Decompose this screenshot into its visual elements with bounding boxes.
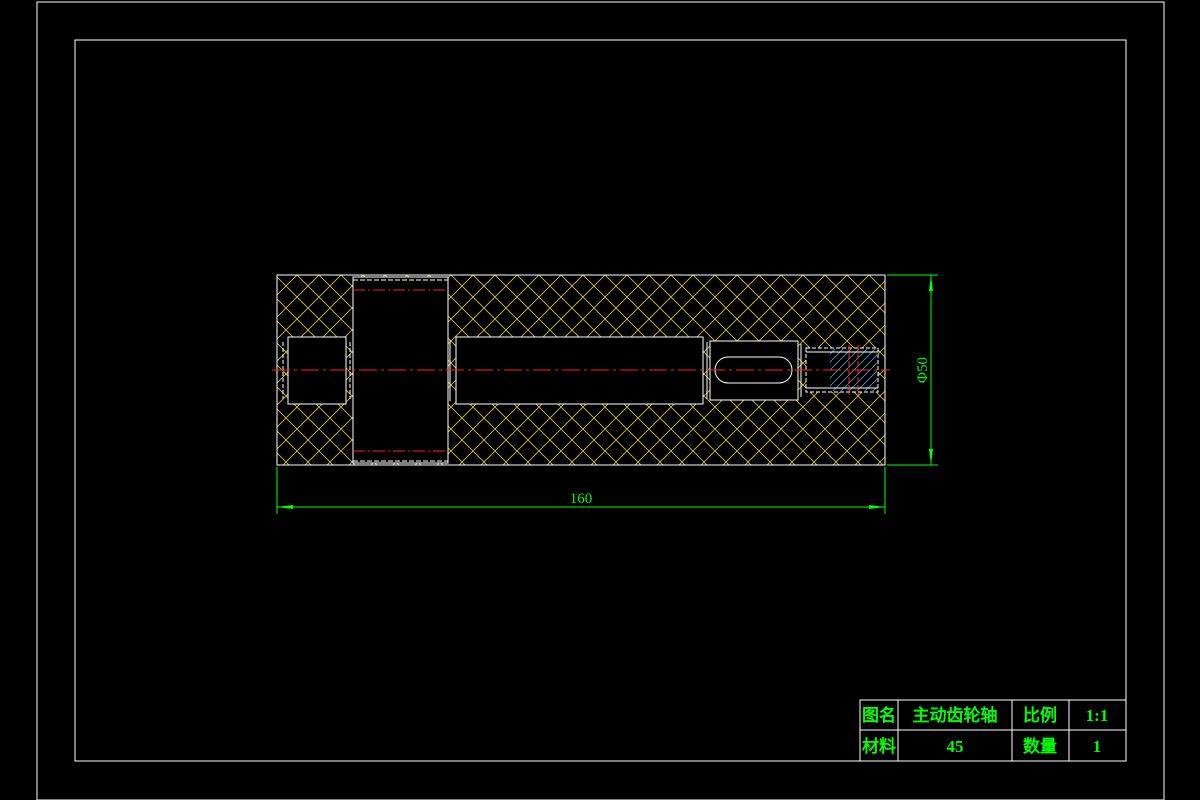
dimension-length: 160 <box>276 467 886 514</box>
dia-arrow-bottom <box>929 449 933 465</box>
dimension-diameter: Φ50 <box>887 274 938 466</box>
length-arrow-right <box>869 505 885 509</box>
material-value: 45 <box>947 737 964 756</box>
name-label: 图名 <box>862 705 896 725</box>
title-block: 图名 主动齿轮轴 比例 1:1 材料 45 数量 1 <box>859 699 1127 762</box>
length-dimension-text: 160 <box>570 491 593 507</box>
material-label: 材料 <box>862 736 896 756</box>
scale-label: 比例 <box>1023 705 1057 725</box>
name-value: 主动齿轮轴 <box>913 705 998 725</box>
cad-drawing-canvas: 160 Φ50 图名 主动齿轮轴 比例 1:1 材料 45 数量 1 <box>36 1 1165 800</box>
diameter-dimension-text: Φ50 <box>915 357 931 383</box>
quantity-value: 1 <box>1093 737 1102 756</box>
shaft-section-view <box>272 274 890 466</box>
length-arrow-left <box>277 505 293 509</box>
scale-value: 1:1 <box>1086 706 1109 725</box>
dia-arrow-top <box>929 275 933 291</box>
quantity-label: 数量 <box>1023 736 1057 756</box>
